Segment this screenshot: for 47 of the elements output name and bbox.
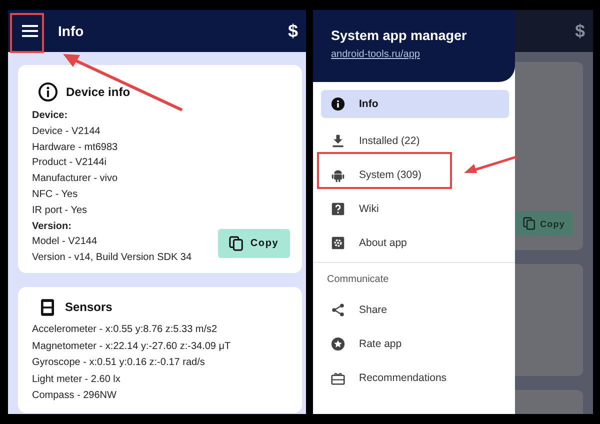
settings-icon (331, 236, 345, 250)
help-icon (331, 202, 345, 216)
drawer-item[interactable]: Share (321, 293, 509, 327)
card-title: Device info (66, 85, 130, 99)
section-label: Communicate (326, 273, 390, 285)
dollar-sign[interactable]: $ (288, 20, 298, 42)
drawer-item[interactable]: Recommendations (321, 361, 509, 395)
drawer-item[interactable]: Rate app (321, 327, 509, 361)
info-line: Product - V2144i (32, 156, 108, 170)
info-line: Manufacturer - vivo (32, 172, 119, 186)
highlight-box (10, 13, 44, 53)
app-bar-title: Info (58, 23, 85, 39)
copy-icon (229, 236, 244, 251)
website-link[interactable]: android-tools.ru/app (331, 49, 515, 60)
robot-icon (331, 168, 345, 182)
card-background (515, 390, 583, 414)
sensor-reading: Light meter - 2.60 lx (32, 372, 122, 387)
dollar-sign: $ (574, 20, 585, 42)
sensor-reading: Compass - 296NW (32, 389, 118, 404)
info-line: IR port - Yes (32, 204, 88, 218)
phone-icon (41, 298, 54, 316)
drawer-item[interactable]: About app (321, 226, 509, 260)
info-line: NFC - Yes (32, 188, 79, 202)
info-icon (331, 97, 345, 111)
card-title: Sensors (65, 300, 112, 314)
app-name: System app manager (331, 28, 468, 43)
info-line: Model - V2144 (32, 235, 98, 250)
section-heading: Device: (32, 109, 69, 123)
info-line: Hardware - mt6983 (32, 140, 119, 155)
drawer-item[interactable]: System (309) (321, 158, 509, 192)
sensor-reading: Accelerometer - x:0.55 y:8.76 z:5.33 m/s2 (32, 322, 218, 337)
arrow (463, 156, 517, 176)
copy-icon (523, 217, 536, 230)
info-icon (38, 82, 58, 102)
copy-button[interactable]: Copy (218, 228, 290, 258)
drawer-item[interactable]: Info (321, 90, 509, 118)
sensor-reading: Magnetometer - x:22.14 y:-27.60 z:-34.09 μT (32, 340, 232, 354)
section-heading: Version: (32, 220, 72, 234)
info-line: Version - v14, Build Version SDK 34 (32, 251, 192, 266)
download-icon (331, 134, 345, 148)
menu-icon[interactable] (22, 25, 38, 37)
info-line: Device - V2144 (32, 124, 102, 139)
gift-icon (331, 371, 345, 385)
share-icon (331, 303, 345, 317)
sensor-reading: Gyroscope - x:0.51 y:0.16 z:-0.17 rad/s (32, 356, 206, 370)
drawer-item[interactable]: Installed (22) (321, 124, 509, 158)
drawer-item[interactable]: Wiki (321, 192, 509, 226)
